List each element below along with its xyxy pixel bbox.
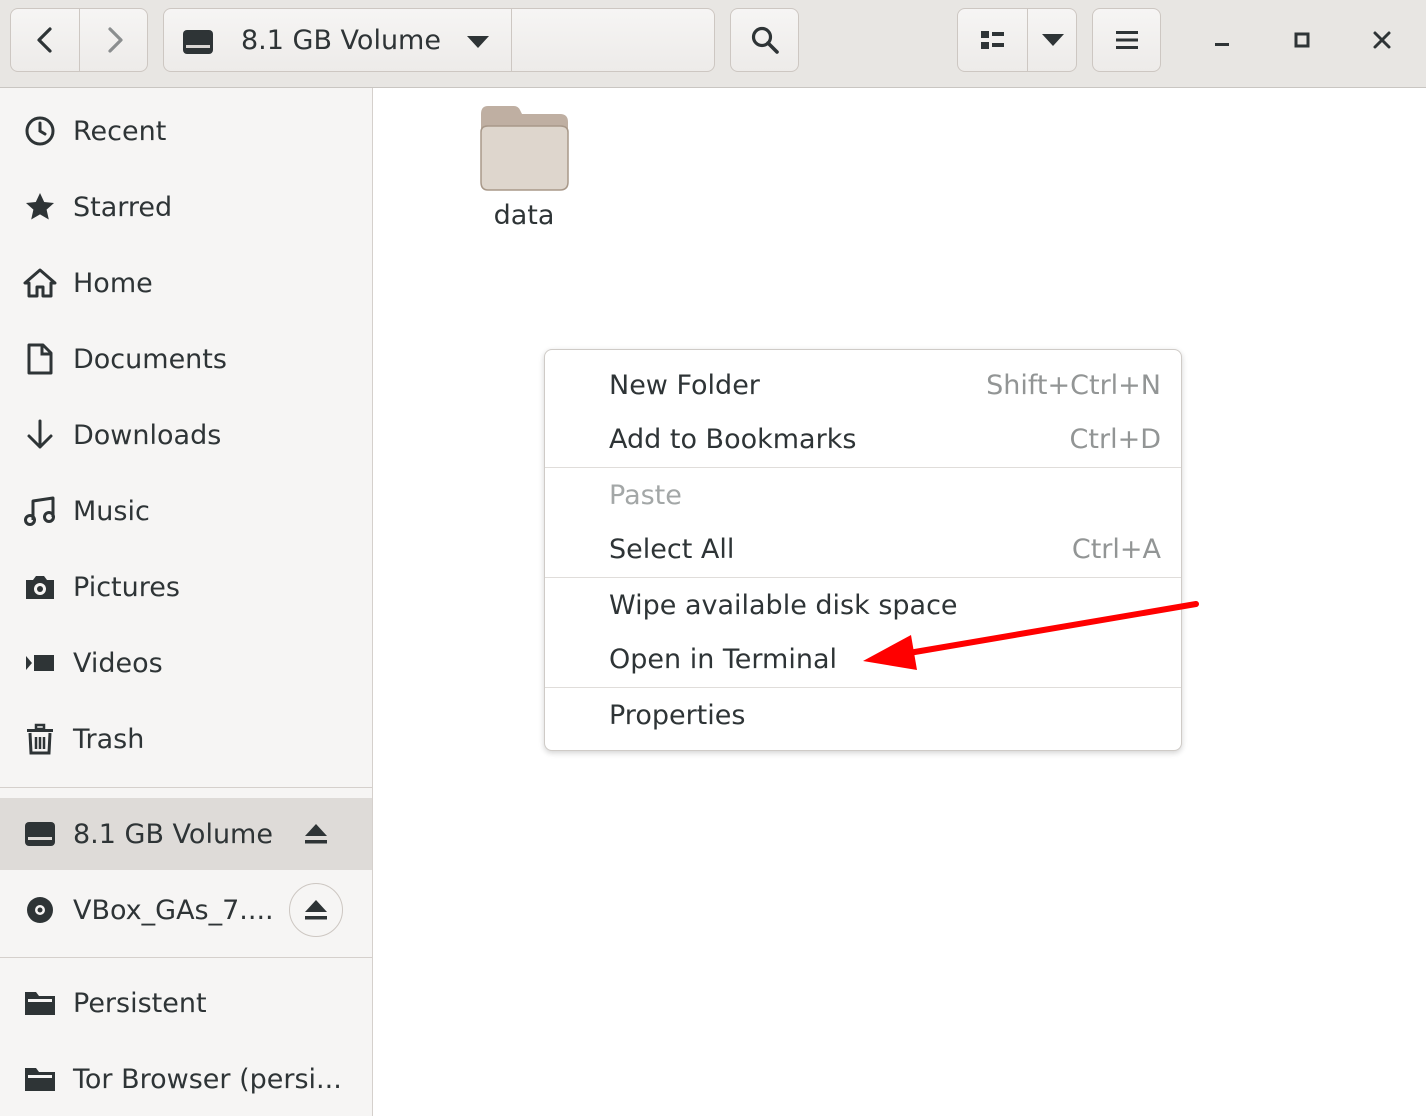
folder-icon	[23, 986, 57, 1020]
sidebar-item-tor-browser[interactable]: Tor Browser (persi...	[0, 1043, 372, 1115]
location-button[interactable]: 8.1 GB Volume	[164, 9, 512, 71]
forward-button[interactable]	[80, 9, 147, 71]
eject-icon	[305, 900, 327, 920]
sidebar-item-downloads[interactable]: Downloads	[0, 399, 372, 471]
hamburger-icon	[1115, 31, 1138, 49]
menu-item-accelerator: Ctrl+D	[1069, 424, 1161, 455]
sidebar-item-documents[interactable]: Documents	[0, 323, 372, 395]
sidebar-item-vbox[interactable]: VBox_GAs_7....	[0, 874, 372, 946]
sidebar: Recent Starred Home Documents Downloads …	[0, 88, 373, 1116]
menu-item-label: Properties	[609, 700, 746, 731]
drive-icon	[23, 817, 57, 851]
sidebar-item-label: Tor Browser (persi...	[73, 1063, 342, 1095]
sidebar-separator	[0, 957, 372, 958]
document-icon	[23, 342, 57, 376]
red-arrow-icon	[863, 601, 1199, 670]
sidebar-item-trash[interactable]: Trash	[0, 703, 372, 775]
trash-icon	[23, 722, 57, 756]
minimize-button[interactable]	[1200, 18, 1244, 62]
path-bar: 8.1 GB Volume	[163, 8, 715, 72]
caret-down-icon	[1042, 34, 1064, 46]
sidebar-item-label: Home	[73, 267, 153, 299]
view-options-button[interactable]	[1028, 9, 1076, 71]
location-label: 8.1 GB Volume	[241, 25, 441, 56]
eject-button[interactable]	[300, 820, 332, 848]
search-button[interactable]	[730, 8, 799, 72]
menu-item-label: Select All	[609, 534, 735, 565]
caret-down-icon	[467, 36, 489, 48]
sidebar-item-label: Documents	[73, 343, 227, 375]
eject-icon	[305, 824, 327, 844]
view-button-group	[957, 8, 1077, 72]
chevron-left-icon	[37, 27, 52, 53]
close-button[interactable]	[1360, 18, 1404, 62]
download-icon	[23, 418, 57, 452]
camera-icon	[23, 570, 57, 604]
sidebar-item-starred[interactable]: Starred	[0, 171, 372, 243]
music-icon	[23, 494, 57, 528]
folder-icon[interactable]	[478, 102, 570, 194]
menu-item-new-folder[interactable]: New Folder Shift+Ctrl+N	[545, 362, 1181, 410]
header-bar: 8.1 GB Volume	[0, 0, 1426, 88]
sidebar-item-label: Downloads	[73, 419, 222, 451]
menu-item-label: Add to Bookmarks	[609, 424, 857, 455]
maximize-icon	[1294, 32, 1310, 48]
sidebar-item-music[interactable]: Music	[0, 475, 372, 547]
sidebar-item-label: Trash	[73, 723, 145, 755]
menu-separator	[545, 577, 1181, 578]
sidebar-item-label: Persistent	[73, 987, 207, 1019]
folder-icon	[23, 1062, 57, 1096]
sidebar-item-label: Recent	[73, 115, 167, 147]
menu-item-accelerator: Shift+Ctrl+N	[986, 370, 1161, 401]
search-icon	[751, 26, 779, 54]
sidebar-item-label: 8.1 GB Volume	[73, 818, 273, 850]
sidebar-item-label: Pictures	[73, 571, 180, 603]
sidebar-separator	[0, 787, 372, 788]
file-name[interactable]: data	[470, 200, 578, 231]
menu-item-paste: Paste	[545, 472, 1181, 520]
main-menu-button[interactable]	[1092, 8, 1161, 72]
sidebar-item-label: VBox_GAs_7....	[73, 894, 274, 926]
clock-icon	[23, 114, 57, 148]
menu-item-accelerator: Ctrl+A	[1071, 534, 1161, 565]
star-icon	[23, 190, 57, 224]
drive-icon	[183, 30, 213, 54]
close-icon	[1373, 31, 1391, 49]
menu-item-label: Open in Terminal	[609, 644, 837, 675]
sidebar-item-persistent[interactable]: Persistent	[0, 967, 372, 1039]
view-toggle-button[interactable]	[958, 9, 1028, 71]
menu-separator	[545, 687, 1181, 688]
context-menu: New Folder Shift+Ctrl+N Add to Bookmarks…	[544, 349, 1182, 751]
list-view-icon	[980, 31, 1004, 49]
sidebar-item-label: Starred	[73, 191, 173, 223]
sidebar-item-label: Music	[73, 495, 150, 527]
menu-item-label: Paste	[609, 480, 682, 511]
maximize-button[interactable]	[1280, 18, 1324, 62]
sidebar-item-home[interactable]: Home	[0, 247, 372, 319]
menu-item-add-to-bookmarks[interactable]: Add to Bookmarks Ctrl+D	[545, 416, 1181, 464]
menu-item-select-all[interactable]: Select All Ctrl+A	[545, 526, 1181, 574]
home-icon	[23, 266, 57, 300]
chevron-right-icon	[107, 27, 123, 53]
sidebar-item-volume[interactable]: 8.1 GB Volume	[0, 798, 372, 870]
menu-separator	[545, 467, 1181, 468]
minimize-icon	[1215, 43, 1229, 46]
sidebar-item-label: Videos	[73, 647, 163, 679]
video-icon	[23, 646, 57, 680]
back-button[interactable]	[11, 9, 80, 71]
eject-button[interactable]	[289, 883, 343, 937]
nav-button-group	[10, 8, 148, 72]
menu-item-properties[interactable]: Properties	[545, 692, 1181, 740]
menu-item-label: New Folder	[609, 370, 760, 401]
sidebar-item-videos[interactable]: Videos	[0, 627, 372, 699]
sidebar-item-recent[interactable]: Recent	[0, 95, 372, 167]
disc-icon	[23, 893, 57, 927]
sidebar-item-pictures[interactable]: Pictures	[0, 551, 372, 623]
